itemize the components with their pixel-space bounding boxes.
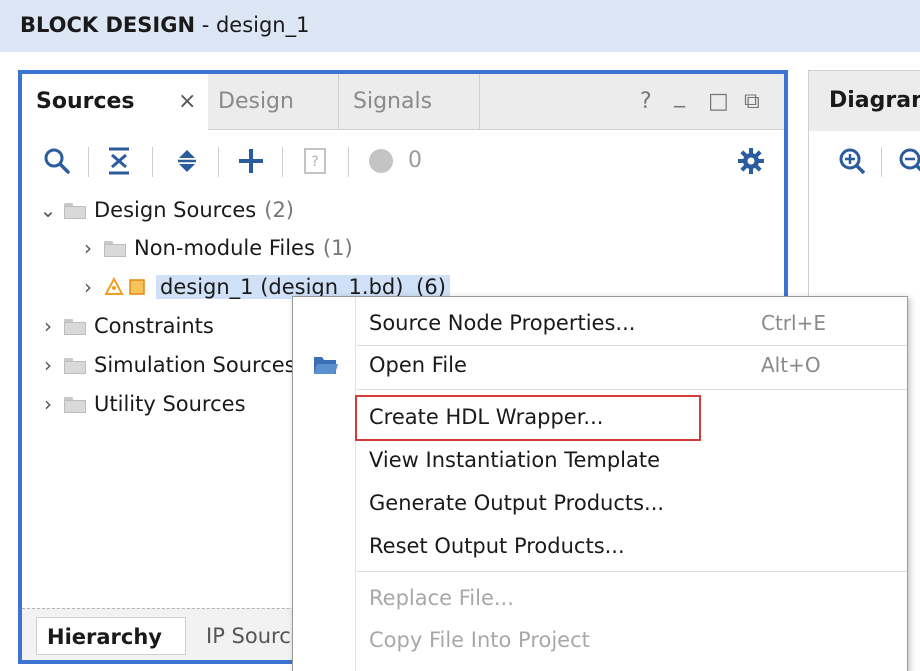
tree-row-non-module-files[interactable]: › Non-module Files (1) bbox=[78, 231, 353, 265]
chevron-right-icon[interactable]: › bbox=[38, 314, 58, 338]
tree-row-constraints[interactable]: › Constraints bbox=[38, 309, 214, 343]
window-title: BLOCK DESIGN - design_1 bbox=[20, 11, 309, 39]
menu-item-open-file[interactable]: Open File Alt+O bbox=[293, 345, 907, 385]
folder-icon bbox=[64, 358, 86, 374]
menu-separator bbox=[357, 389, 907, 390]
folder-icon bbox=[104, 241, 126, 257]
chevron-right-icon[interactable]: › bbox=[78, 275, 98, 299]
chevron-down-icon[interactable]: ⌄ bbox=[38, 198, 58, 222]
context-menu: Source Node Properties... Ctrl+E Open Fi… bbox=[292, 296, 908, 671]
svg-text:?: ? bbox=[311, 154, 318, 170]
menu-item-label: View Instantiation Template bbox=[369, 448, 661, 472]
menu-item-label: Reset Output Products... bbox=[369, 534, 625, 558]
help-doc-icon[interactable]: ? bbox=[298, 141, 332, 181]
tab-hierarchy[interactable]: Hierarchy bbox=[36, 617, 186, 655]
tree-count: (2) bbox=[264, 198, 294, 222]
highlight-box bbox=[355, 395, 701, 441]
search-icon[interactable] bbox=[40, 141, 74, 181]
diagram-tabbar: Diagram bbox=[809, 71, 920, 131]
add-icon[interactable] bbox=[234, 141, 268, 181]
expand-all-icon[interactable] bbox=[170, 141, 204, 181]
tab-design[interactable]: Design bbox=[218, 74, 294, 130]
tab-close-icon[interactable]: × bbox=[178, 74, 196, 130]
zoom-out-icon[interactable] bbox=[895, 141, 920, 181]
zoom-in-icon[interactable] bbox=[835, 141, 869, 181]
toolbar-divider bbox=[152, 147, 153, 177]
minimize-icon[interactable]: _ bbox=[674, 74, 685, 124]
tree-label: Utility Sources bbox=[94, 392, 246, 416]
window-title-bold: BLOCK DESIGN bbox=[20, 13, 196, 37]
tab-diagram[interactable]: Diagram bbox=[829, 71, 920, 131]
tree-label: Design Sources bbox=[94, 198, 257, 222]
float-icon[interactable]: ⧉ bbox=[744, 74, 760, 130]
gear-icon[interactable] bbox=[734, 141, 768, 181]
menu-item-label: Generate Output Products... bbox=[369, 491, 665, 515]
folder-icon bbox=[64, 397, 86, 413]
menu-item-source-node-properties[interactable]: Source Node Properties... Ctrl+E bbox=[293, 303, 907, 343]
menu-item-generate-output-products[interactable]: Generate Output Products... bbox=[293, 483, 907, 523]
tree-row-utility-sources[interactable]: › Utility Sources bbox=[38, 387, 246, 421]
status-count: 0 bbox=[408, 148, 422, 173]
chevron-right-icon[interactable]: › bbox=[38, 392, 58, 416]
maximize-icon[interactable]: □ bbox=[708, 74, 729, 130]
menu-separator bbox=[357, 571, 907, 572]
folder-icon bbox=[64, 319, 86, 335]
tab-sources-label: Sources bbox=[36, 89, 135, 114]
toolbar-divider bbox=[881, 147, 882, 177]
menu-item-label: Copy File Into Project bbox=[369, 628, 590, 652]
status-dot-icon[interactable] bbox=[364, 141, 398, 181]
folder-icon bbox=[64, 203, 86, 219]
tab-sources[interactable]: Sources × bbox=[22, 74, 208, 130]
chevron-right-icon[interactable]: › bbox=[78, 236, 98, 260]
menu-item-view-instantiation-template[interactable]: View Instantiation Template bbox=[293, 440, 907, 480]
open-folder-icon bbox=[313, 354, 339, 376]
menu-item-replace-file[interactable]: Replace File... bbox=[293, 578, 907, 618]
menu-item-shortcut: Alt+O bbox=[761, 353, 821, 377]
tree-label: Non-module Files bbox=[134, 236, 315, 260]
tree-row-design-sources[interactable]: ⌄ Design Sources (2) bbox=[38, 193, 294, 227]
collapse-all-icon[interactable] bbox=[102, 141, 136, 181]
tree-count: (1) bbox=[322, 236, 353, 260]
tree-label: Simulation Sources bbox=[94, 353, 296, 377]
menu-item-label: Source Node Properties... bbox=[369, 311, 636, 335]
menu-item-shortcut: Ctrl+E bbox=[761, 311, 826, 335]
chevron-right-icon[interactable]: › bbox=[38, 353, 58, 377]
sources-toolbar: ? 0 bbox=[22, 131, 784, 193]
toolbar-divider bbox=[282, 147, 283, 177]
toolbar-divider bbox=[348, 147, 349, 177]
menu-item-label: Replace File... bbox=[369, 586, 514, 610]
block-design-icon bbox=[104, 277, 148, 297]
toolbar-divider bbox=[88, 147, 89, 177]
menu-item-label: Open File bbox=[369, 353, 467, 377]
tree-label: Constraints bbox=[94, 314, 214, 338]
sources-tabbar: Sources × Design Signals ? _ □ ⧉ bbox=[22, 74, 784, 130]
menu-item-copy-file-into-project[interactable]: Copy File Into Project bbox=[293, 620, 907, 660]
menu-item-reset-output-products[interactable]: Reset Output Products... bbox=[293, 526, 907, 566]
window-title-rest: - design_1 bbox=[195, 13, 310, 37]
toolbar-divider bbox=[218, 147, 219, 177]
help-icon[interactable]: ? bbox=[640, 74, 652, 130]
diagram-toolbar bbox=[809, 131, 920, 193]
tab-signals[interactable]: Signals bbox=[338, 74, 480, 130]
block-design-title-bar: BLOCK DESIGN - design_1 bbox=[0, 0, 920, 52]
tree-row-simulation-sources[interactable]: › Simulation Sources bbox=[38, 348, 296, 382]
